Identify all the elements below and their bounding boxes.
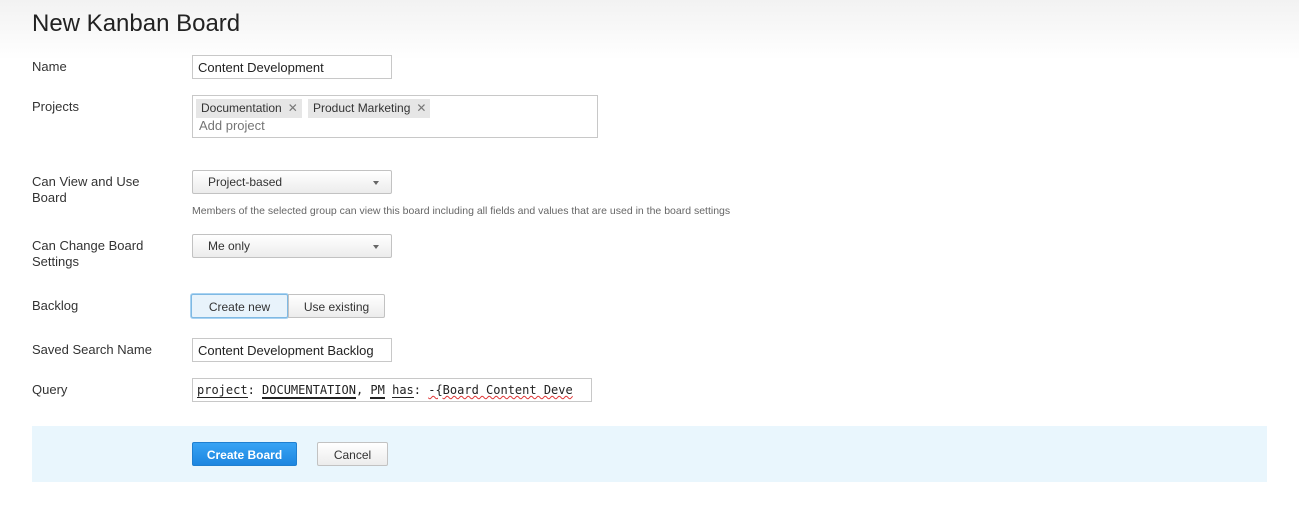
query-token: : [413, 383, 429, 397]
projects-tag-input[interactable]: Documentation ✕ Product Marketing ✕ [192, 95, 598, 138]
project-tag-label: Documentation [201, 101, 282, 115]
query-token: -{Board Content Deve [428, 383, 573, 397]
query-token: PM [370, 383, 385, 399]
create-board-button[interactable]: Create Board [192, 442, 297, 466]
can-change-label: Can Change Board Settings [32, 238, 144, 269]
projects-label: Projects [32, 99, 79, 114]
saved-search-input[interactable] [192, 338, 392, 362]
can-view-label: Can View and Use Board [32, 174, 140, 205]
query-token: project [197, 383, 248, 398]
project-tag-label: Product Marketing [313, 101, 411, 115]
close-icon[interactable]: ✕ [416, 101, 426, 115]
query-token: has [392, 383, 414, 398]
backlog-label: Backlog [32, 298, 79, 313]
backlog-use-existing-button[interactable]: Use existing [288, 294, 385, 318]
chevron-down-icon [373, 245, 379, 249]
backlog-create-new-button[interactable]: Create new [191, 294, 288, 318]
form-footer: Create Board Cancel [32, 426, 1267, 482]
close-icon[interactable]: ✕ [288, 101, 298, 115]
can-change-select[interactable]: Me only [192, 234, 392, 258]
can-view-select[interactable]: Project-based [192, 170, 392, 194]
saved-search-label: Saved Search Name [32, 342, 152, 357]
name-input[interactable] [192, 55, 392, 79]
can-change-value: Me only [208, 239, 251, 253]
can-view-hint: Members of the selected group can view t… [192, 205, 731, 217]
query-token: : [247, 383, 263, 397]
query-label: Query [32, 382, 68, 397]
query-token: DOCUMENTATION [262, 383, 356, 399]
name-label: Name [32, 59, 67, 74]
project-tag-documentation: Documentation ✕ [196, 99, 302, 118]
query-token: , [355, 383, 371, 397]
cancel-button[interactable]: Cancel [317, 442, 388, 466]
project-tag-product-marketing: Product Marketing ✕ [308, 99, 431, 118]
chevron-down-icon [373, 181, 379, 185]
page-title: New Kanban Board [32, 10, 241, 37]
can-view-value: Project-based [208, 175, 283, 189]
query-input[interactable]: project: DOCUMENTATION, PM has: -{Board … [192, 378, 592, 402]
query-token [385, 383, 392, 397]
add-project-input[interactable] [199, 118, 399, 133]
